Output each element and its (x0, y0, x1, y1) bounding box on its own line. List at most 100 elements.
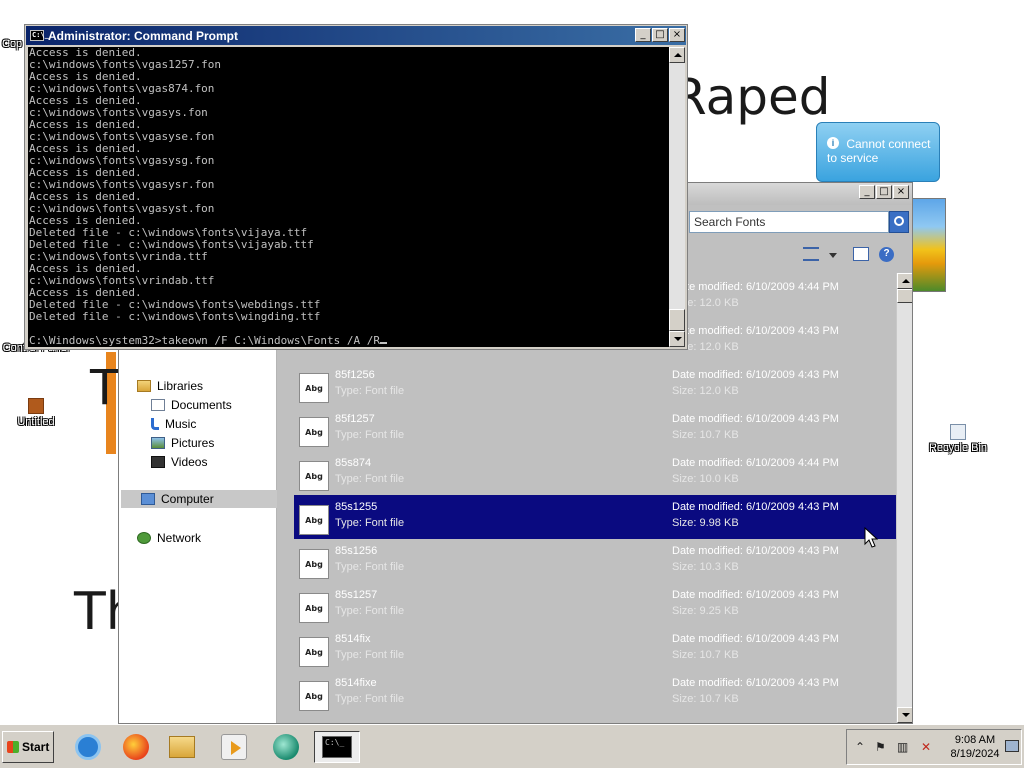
explorer-minimize-button[interactable]: _ (859, 185, 875, 199)
file-row[interactable]: Abg 85s874 Type: Font file Date modified… (294, 451, 896, 495)
file-row[interactable]: Abg 85s1257 Type: Font file Date modifie… (294, 583, 896, 627)
recycle-bin-icon (950, 424, 966, 440)
nav-item-documents[interactable]: Documents (151, 396, 232, 414)
nav-item-network[interactable]: Network (137, 529, 201, 547)
file-row-selected[interactable]: Abg 85s1255 Type: Font file Date modifie… (294, 495, 896, 539)
taskbar-teal-app[interactable] (266, 731, 306, 763)
cmd-minimize-button[interactable]: _ (635, 28, 651, 42)
firefox-icon (123, 734, 149, 760)
font-file-icon: Abg (299, 417, 329, 447)
nav-item-libraries[interactable]: Libraries (137, 377, 203, 395)
network-status-icon[interactable]: ▥ (897, 741, 908, 753)
file-row[interactable]: Abg 85f1257 Type: Font file Date modifie… (294, 407, 896, 451)
show-desktop-icon[interactable] (1005, 740, 1019, 752)
connection-notification[interactable]: i Cannot connect to service (816, 122, 940, 182)
volume-muted-icon[interactable]: ✕ (921, 741, 931, 753)
music-icon (151, 418, 159, 430)
clock-time: 9:08 AM (954, 734, 996, 746)
media-player-icon (221, 734, 247, 760)
file-date-modified: Date modified: 6/10/2009 4:44 PM (672, 457, 839, 469)
file-name: 85s874 (335, 457, 372, 469)
internet-explorer-icon (75, 734, 101, 760)
nav-libraries-label: Libraries (157, 379, 204, 393)
cmd-scroll-thumb[interactable] (669, 309, 685, 331)
file-date-modified: Date modified: 6/10/2009 4:43 PM (672, 501, 839, 513)
nav-item-computer[interactable]: Computer (121, 490, 277, 508)
explorer-maximize-button[interactable]: □ (876, 185, 892, 199)
taskbar-firefox[interactable] (116, 731, 156, 763)
search-icon (894, 216, 904, 226)
file-name: 85s1256 (335, 545, 378, 557)
nav-computer-label: Computer (161, 492, 214, 506)
search-button[interactable] (889, 211, 909, 233)
file-date-modified: Date modified: 6/10/2009 4:43 PM (672, 677, 839, 689)
taskbar-command-prompt[interactable]: C:\_ (314, 731, 360, 763)
windows-logo-icon (7, 741, 19, 753)
file-type: Type: Font file (335, 473, 405, 485)
desktop-icon-untitled[interactable]: Untitled (0, 398, 76, 428)
start-label: Start (22, 740, 50, 754)
font-file-icon: Abg (299, 373, 329, 403)
cmd-window-icon[interactable]: C:\_ (30, 30, 49, 41)
command-prompt-icon: C:\_ (322, 736, 352, 758)
cmd-scroll-down-button[interactable] (669, 331, 685, 347)
taskbar-internet-explorer[interactable] (68, 731, 108, 763)
file-size: Size: 10.7 KB (672, 649, 739, 661)
nav-item-music[interactable]: Music (151, 415, 196, 433)
scroll-up-button[interactable] (897, 273, 912, 289)
computer-icon (141, 493, 155, 505)
change-view-icon[interactable] (803, 247, 819, 261)
file-date-modified: Date modified: 6/10/2009 4:44 PM (672, 281, 839, 293)
font-file-icon: Abg (299, 637, 329, 667)
file-type: Type: Font file (335, 429, 405, 441)
font-file-icon: Abg (299, 461, 329, 491)
untitled-file-icon (28, 398, 44, 414)
scroll-thumb[interactable] (897, 289, 912, 303)
desktop-icon-recycle-bin[interactable]: Recycle Bin (918, 424, 998, 454)
file-name: 8514fixe (335, 677, 377, 689)
explorer-close-button[interactable]: × (893, 185, 909, 199)
text-cursor (380, 342, 387, 344)
nav-item-pictures[interactable]: Pictures (151, 434, 214, 452)
info-icon: i (827, 137, 839, 149)
show-hidden-icons-chevron-icon[interactable]: ⌃ (855, 741, 865, 753)
file-row[interactable]: Abg 85s1256 Type: Font file Date modifie… (294, 539, 896, 583)
file-list-scrollbar[interactable] (896, 273, 912, 723)
view-dropdown-icon[interactable] (829, 253, 837, 258)
search-fonts-input[interactable]: Search Fonts (689, 211, 889, 233)
file-date-modified: Date modified: 6/10/2009 4:43 PM (672, 633, 839, 645)
file-date-modified: Date modified: 6/10/2009 4:43 PM (672, 545, 839, 557)
taskbar-media-player[interactable] (214, 731, 254, 763)
taskbar: Start C:\_ ⌃ ⚑ ▥ ✕ 9:08 AM 8/19/2024 (0, 724, 1024, 768)
start-button[interactable]: Start (2, 731, 54, 763)
scroll-down-button[interactable] (897, 707, 912, 723)
wallpaper-text-raped: Raped (672, 68, 831, 126)
file-row[interactable]: Abg 8514fix Type: Font file Date modifie… (294, 627, 896, 671)
action-center-flag-icon[interactable]: ⚑ (875, 741, 886, 753)
preview-pane-icon[interactable] (853, 247, 869, 261)
file-size: Size: 9.98 KB (672, 517, 739, 529)
nav-music-label: Music (165, 417, 197, 431)
help-icon[interactable]: ? (879, 247, 894, 262)
console-line: Deleted file - c:\windows\fonts\wingding… (29, 310, 321, 323)
file-size: Size: 12.0 KB (672, 385, 739, 397)
file-type: Type: Font file (335, 517, 405, 529)
cmd-window-buttons: _ □ × (635, 28, 685, 42)
cmd-console-output[interactable]: Access is denied. c:\windows\fonts\vgas1… (28, 47, 669, 347)
cmd-title-text: Administrator: Command Prompt (48, 29, 239, 43)
clock[interactable]: 9:08 AM 8/19/2024 (943, 733, 1007, 761)
console-prompt-line[interactable]: C:\Windows\system32>takeown /F C:\Window… (29, 335, 669, 347)
cmd-close-button[interactable]: × (669, 28, 685, 42)
cmd-title-bar[interactable]: C:\_ Administrator: Command Prompt (26, 26, 686, 45)
taskbar-windows-explorer[interactable] (162, 731, 202, 763)
file-size: Size: 9.25 KB (672, 605, 739, 617)
file-row[interactable]: Abg 8514fixe Type: Font file Date modifi… (294, 671, 896, 715)
cmd-scroll-up-button[interactable] (669, 47, 685, 63)
mouse-pointer-icon (864, 527, 878, 548)
cmd-maximize-button[interactable]: □ (652, 28, 668, 42)
cmd-scrollbar[interactable] (669, 47, 685, 347)
file-type: Type: Font file (335, 605, 405, 617)
file-row[interactable]: Abg 85f1256 Type: Font file Date modifie… (294, 363, 896, 407)
nav-item-videos[interactable]: Videos (151, 453, 207, 471)
file-type: Type: Font file (335, 385, 405, 397)
